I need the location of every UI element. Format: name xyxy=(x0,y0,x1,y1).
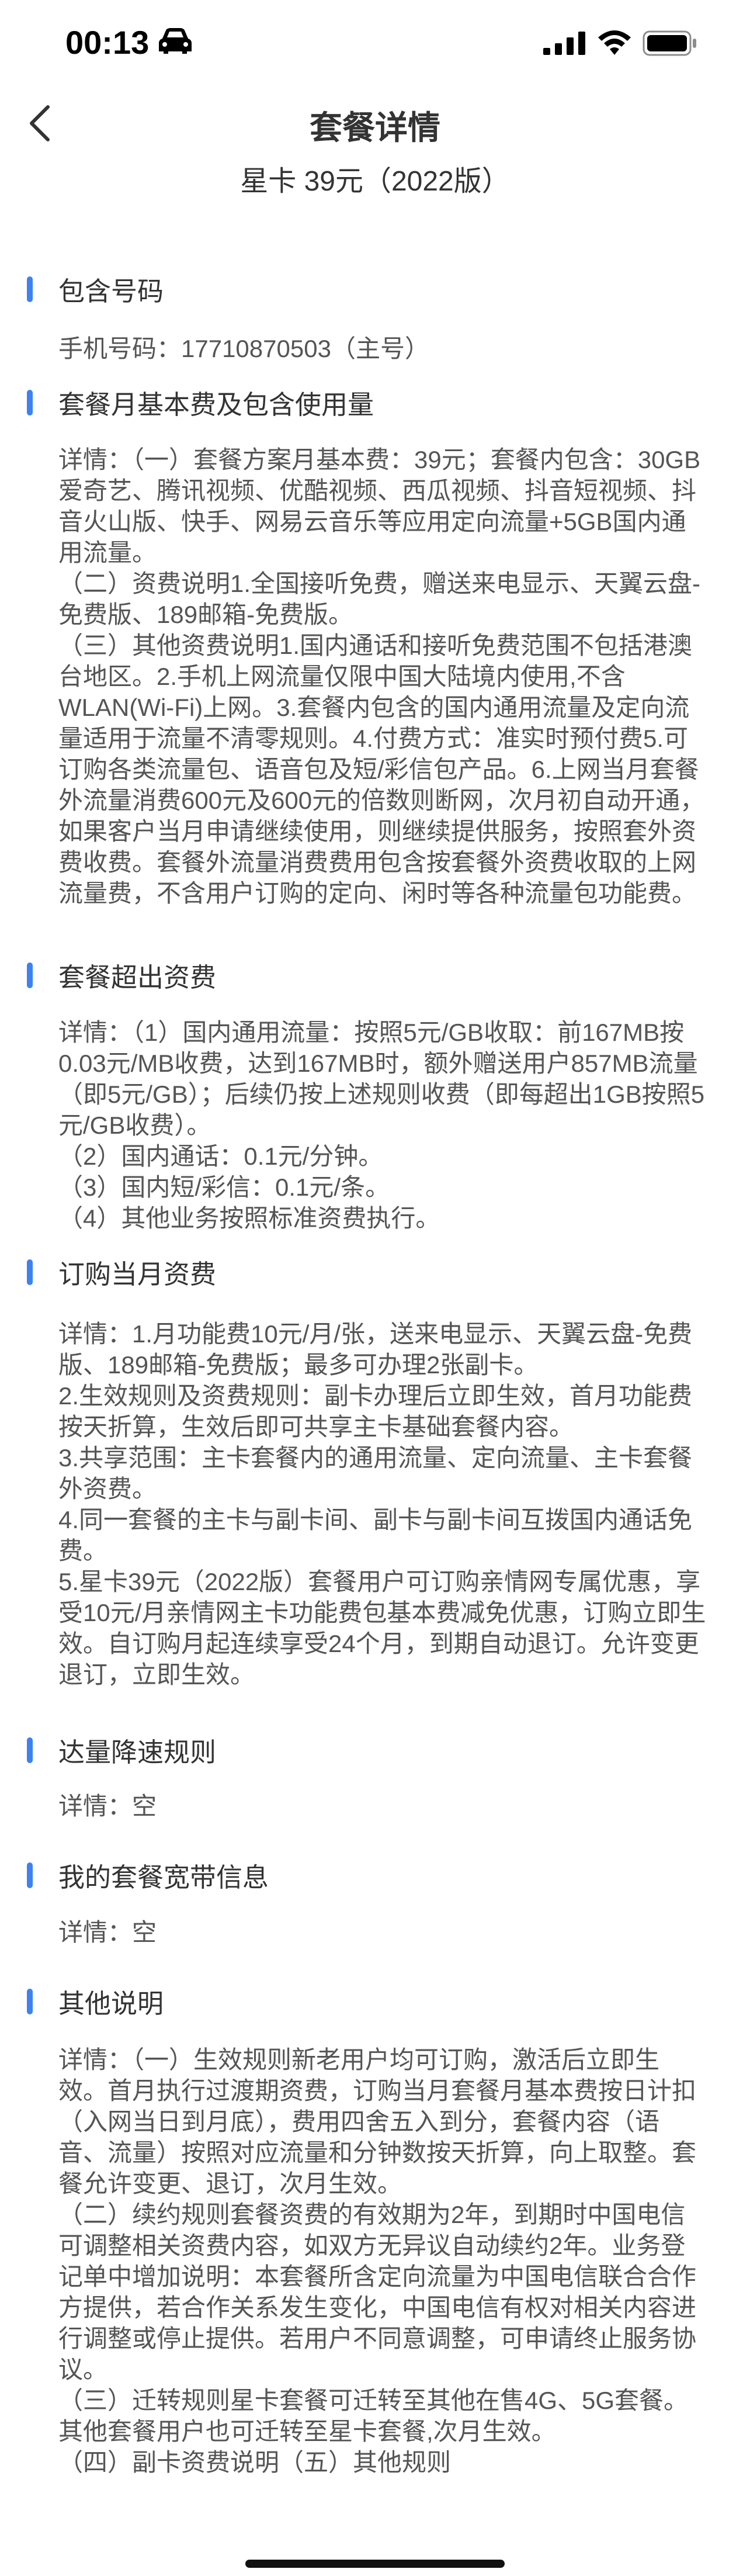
section-title-text: 达量降速规则 xyxy=(58,1737,217,1767)
car-icon xyxy=(159,28,192,54)
section-title-monthly-fee: 套餐月基本费及包含使用量 xyxy=(27,383,374,421)
section-marker xyxy=(27,1988,33,2014)
section-marker xyxy=(27,389,33,416)
section-body-speed-limit: 详情：空 xyxy=(58,1792,157,1820)
section-body-overage-fees: 详情：（1）国内通用流量：按照5元/GB收取：前167MB按0.03元/MB收费… xyxy=(58,1019,705,1232)
section-title-speed-limit: 达量降速规则 xyxy=(27,1731,216,1769)
section-marker xyxy=(27,962,33,988)
wifi-icon xyxy=(598,30,631,55)
section-title-text: 其他说明 xyxy=(58,1989,164,2018)
section-marker xyxy=(27,1259,33,1285)
section-marker xyxy=(27,1862,33,1888)
page-title: 套餐详情 xyxy=(310,109,440,146)
section-body-broadband-info: 详情：空 xyxy=(58,1919,157,1946)
section-marker xyxy=(27,276,33,302)
status-time: 00:13 xyxy=(65,24,150,61)
section-body-monthly-fee: 详情：（一）套餐方案月基本费：39元；套餐内包含：30GB爱奇艺、腾讯视频、优酷… xyxy=(58,446,705,907)
section-marker xyxy=(27,1737,33,1763)
signal-icon xyxy=(543,32,585,55)
section-body-current-month-fees: 详情：1.月功能费10元/月/张，送来电显示、天翼云盘-免费版、189邮箱-免费… xyxy=(58,1320,706,1688)
status-bar: 00:13 xyxy=(0,0,750,88)
plan-name: 星卡 39元（2022版） xyxy=(240,166,510,197)
section-title-text: 订购当月资费 xyxy=(58,1259,217,1289)
section-title-other-notes: 其他说明 xyxy=(27,1982,164,2020)
section-title-text: 包含号码 xyxy=(58,276,164,306)
section-title-text: 我的套餐宽带信息 xyxy=(58,1862,269,1892)
section-title-current-month-fees: 订购当月资费 xyxy=(27,1253,216,1291)
battery-icon xyxy=(643,30,696,56)
section-title-text: 套餐超出资费 xyxy=(58,962,217,992)
nav-bar: 套餐详情 xyxy=(0,88,750,158)
section-title-text: 套餐月基本费及包含使用量 xyxy=(58,390,374,420)
section-body-other-notes: 详情：（一）生效规则新老用户均可订购，激活后立即生效。首月执行过渡期资费，订购当… xyxy=(58,2046,697,2476)
section-title-broadband-info: 我的套餐宽带信息 xyxy=(27,1856,269,1894)
section-title-included-number: 包含号码 xyxy=(27,270,164,308)
home-indicator[interactable] xyxy=(245,2560,505,2568)
section-body-included-number: 手机号码：17710870503（主号） xyxy=(58,335,429,362)
section-title-overage-fees: 套餐超出资费 xyxy=(27,956,216,994)
